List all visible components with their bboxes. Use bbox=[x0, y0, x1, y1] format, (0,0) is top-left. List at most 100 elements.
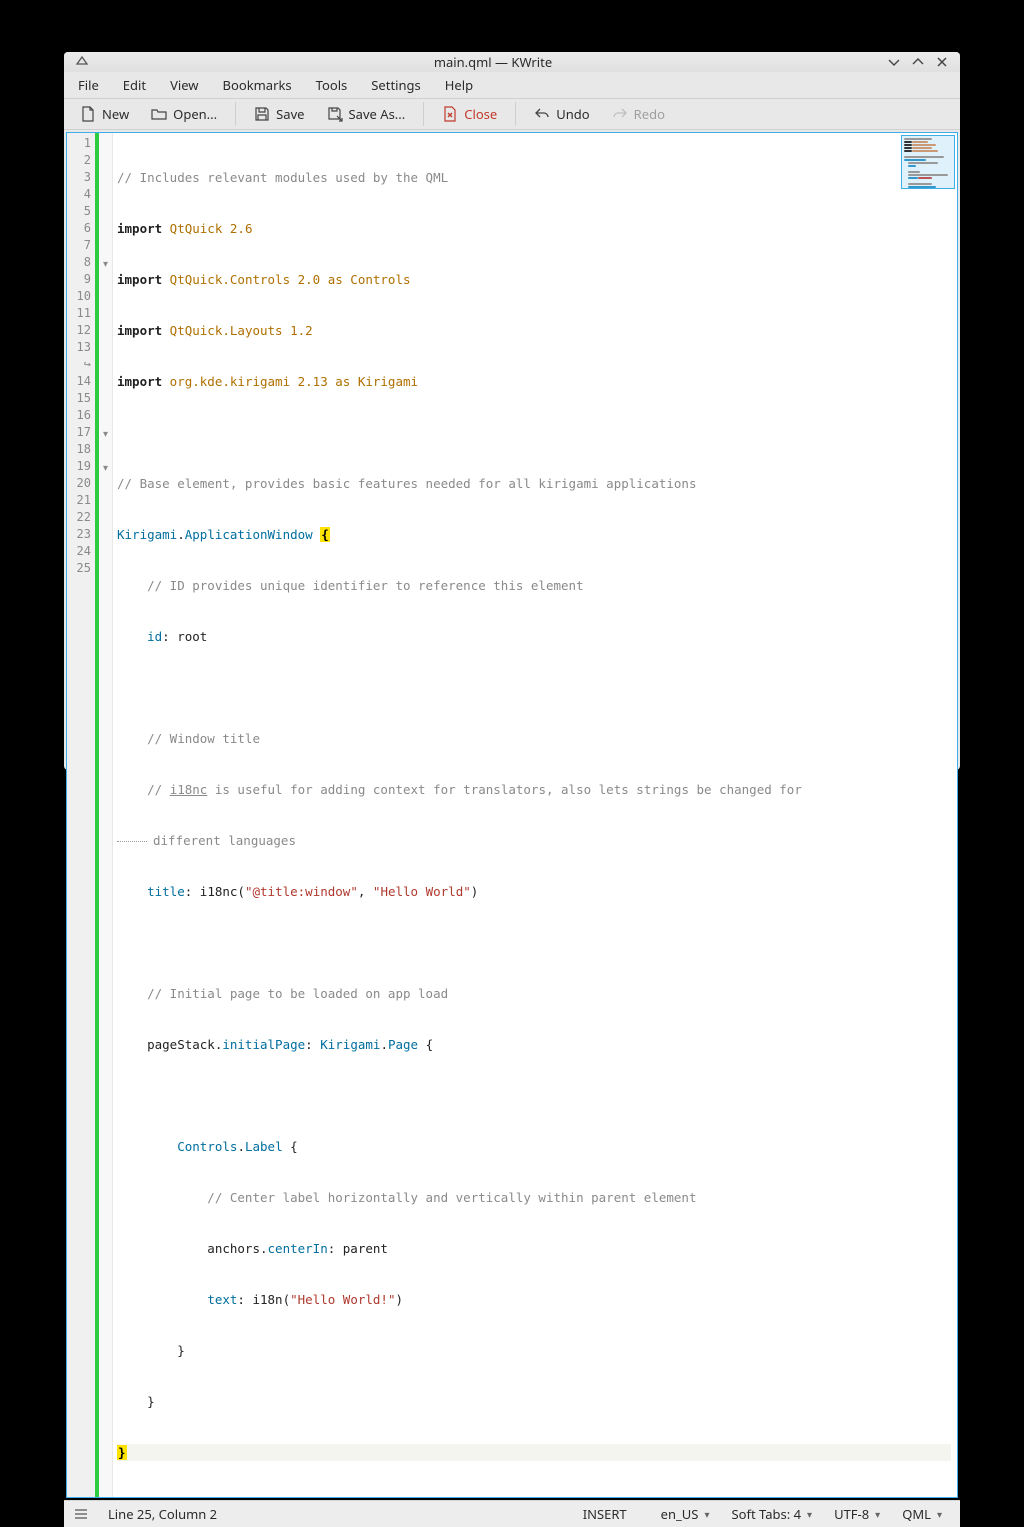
line-number[interactable]: 7 bbox=[67, 237, 95, 254]
menubar: File Edit View Bookmarks Tools Settings … bbox=[64, 72, 960, 99]
new-button[interactable]: New bbox=[70, 99, 139, 129]
line-number[interactable]: 1 bbox=[67, 135, 95, 152]
minimize-icon[interactable] bbox=[884, 52, 904, 72]
statusbar: Line 25, Column 2 INSERT en_US ▾ Soft Ta… bbox=[64, 1500, 960, 1527]
new-file-icon bbox=[80, 106, 96, 122]
minimap[interactable] bbox=[901, 135, 955, 189]
status-encoding[interactable]: UTF-8 ▾ bbox=[826, 1501, 888, 1527]
menu-tools[interactable]: Tools bbox=[306, 72, 358, 98]
line-number[interactable]: 15 bbox=[67, 390, 95, 407]
fold-spacer bbox=[99, 135, 112, 152]
menu-bookmarks[interactable]: Bookmarks bbox=[213, 72, 302, 98]
line-number[interactable]: ↪ bbox=[67, 356, 95, 373]
menu-view[interactable]: View bbox=[160, 72, 208, 98]
fold-spacer bbox=[99, 339, 112, 356]
status-indent[interactable]: Soft Tabs: 4 ▾ bbox=[723, 1501, 820, 1527]
fold-spacer bbox=[99, 407, 112, 424]
fold-spacer bbox=[99, 152, 112, 169]
line-number[interactable]: 9 bbox=[67, 271, 95, 288]
fold-spacer bbox=[99, 169, 112, 186]
undo-label: Undo bbox=[556, 105, 589, 123]
line-number[interactable]: 14 bbox=[67, 373, 95, 390]
line-numbers[interactable]: 12345678910111213↪1415161718192021222324… bbox=[67, 133, 95, 1497]
fold-marker-icon[interactable]: ▾ bbox=[99, 424, 112, 441]
fold-spacer bbox=[99, 220, 112, 237]
menu-settings[interactable]: Settings bbox=[361, 72, 430, 98]
line-number[interactable]: 18 bbox=[67, 441, 95, 458]
gutter: 12345678910111213↪1415161718192021222324… bbox=[67, 133, 113, 1497]
close-button[interactable]: Close bbox=[432, 99, 507, 129]
fold-spacer bbox=[99, 492, 112, 509]
redo-button[interactable]: Redo bbox=[602, 99, 675, 129]
saveas-button[interactable]: Save As... bbox=[317, 99, 416, 129]
line-wrap-icon[interactable] bbox=[74, 1507, 88, 1521]
chevron-down-icon: ▾ bbox=[875, 1507, 880, 1521]
fold-spacer bbox=[99, 509, 112, 526]
fold-spacer bbox=[99, 560, 112, 577]
fold-spacer bbox=[99, 356, 112, 373]
line-number[interactable]: 17 bbox=[67, 424, 95, 441]
fold-spacer bbox=[99, 441, 112, 458]
fold-spacer bbox=[99, 322, 112, 339]
line-number[interactable]: 6 bbox=[67, 220, 95, 237]
kwrite-window: main.qml — KWrite File Edit View Bookmar… bbox=[64, 52, 960, 770]
status-locale[interactable]: en_US ▾ bbox=[653, 1501, 718, 1527]
fold-spacer bbox=[99, 373, 112, 390]
window-title: main.qml — KWrite bbox=[102, 53, 884, 71]
close-icon[interactable] bbox=[932, 52, 952, 72]
undo-icon bbox=[534, 106, 550, 122]
fold-spacer bbox=[99, 237, 112, 254]
fold-spacer bbox=[99, 288, 112, 305]
cursor-position[interactable]: Line 25, Column 2 bbox=[108, 1505, 217, 1523]
line-number[interactable]: 10 bbox=[67, 288, 95, 305]
line-number[interactable]: 8 bbox=[67, 254, 95, 271]
document-close-icon bbox=[442, 106, 458, 122]
status-mode[interactable]: INSERT bbox=[583, 1505, 627, 1523]
fold-spacer bbox=[99, 203, 112, 220]
fold-spacer bbox=[99, 186, 112, 203]
fold-column[interactable]: ▾ ▾ ▾ bbox=[99, 133, 113, 1497]
toolbar-separator bbox=[423, 102, 424, 126]
fold-spacer bbox=[99, 543, 112, 560]
line-number[interactable]: 21 bbox=[67, 492, 95, 509]
line-number[interactable]: 5 bbox=[67, 203, 95, 220]
editor[interactable]: 12345678910111213↪1415161718192021222324… bbox=[66, 132, 958, 1498]
menu-help[interactable]: Help bbox=[435, 72, 483, 98]
save-label: Save bbox=[276, 105, 304, 123]
line-number[interactable]: 23 bbox=[67, 526, 95, 543]
line-number[interactable]: 22 bbox=[67, 509, 95, 526]
folder-open-icon bbox=[151, 106, 167, 122]
status-filetype[interactable]: QML ▾ bbox=[894, 1501, 950, 1527]
chevron-down-icon: ▾ bbox=[807, 1507, 812, 1521]
new-label: New bbox=[102, 105, 129, 123]
line-number[interactable]: 20 bbox=[67, 475, 95, 492]
undo-button[interactable]: Undo bbox=[524, 99, 599, 129]
open-button[interactable]: Open... bbox=[141, 99, 227, 129]
line-number[interactable]: 19 bbox=[67, 458, 95, 475]
menu-edit[interactable]: Edit bbox=[113, 72, 156, 98]
line-number[interactable]: 16 bbox=[67, 407, 95, 424]
line-number[interactable]: 4 bbox=[67, 186, 95, 203]
line-number[interactable]: 2 bbox=[67, 152, 95, 169]
save-as-icon bbox=[327, 106, 343, 122]
titlebar: main.qml — KWrite bbox=[64, 52, 960, 72]
line-number[interactable]: 11 bbox=[67, 305, 95, 322]
line-number[interactable]: 12 bbox=[67, 322, 95, 339]
line-number[interactable]: 24 bbox=[67, 543, 95, 560]
app-menu-icon[interactable] bbox=[72, 52, 92, 72]
fold-marker-icon[interactable]: ▾ bbox=[99, 254, 112, 271]
maximize-icon[interactable] bbox=[908, 52, 928, 72]
code-area[interactable]: // Includes relevant modules used by the… bbox=[113, 133, 957, 1497]
fold-marker-icon[interactable]: ▾ bbox=[99, 458, 112, 475]
redo-icon bbox=[612, 106, 628, 122]
fold-spacer bbox=[99, 475, 112, 492]
line-number[interactable]: 25 bbox=[67, 560, 95, 577]
menu-file[interactable]: File bbox=[68, 72, 109, 98]
line-number[interactable]: 3 bbox=[67, 169, 95, 186]
chevron-down-icon: ▾ bbox=[704, 1507, 709, 1521]
open-label: Open... bbox=[173, 105, 217, 123]
fold-spacer bbox=[99, 271, 112, 288]
fold-spacer bbox=[99, 390, 112, 407]
save-button[interactable]: Save bbox=[244, 99, 314, 129]
line-number[interactable]: 13 bbox=[67, 339, 95, 356]
